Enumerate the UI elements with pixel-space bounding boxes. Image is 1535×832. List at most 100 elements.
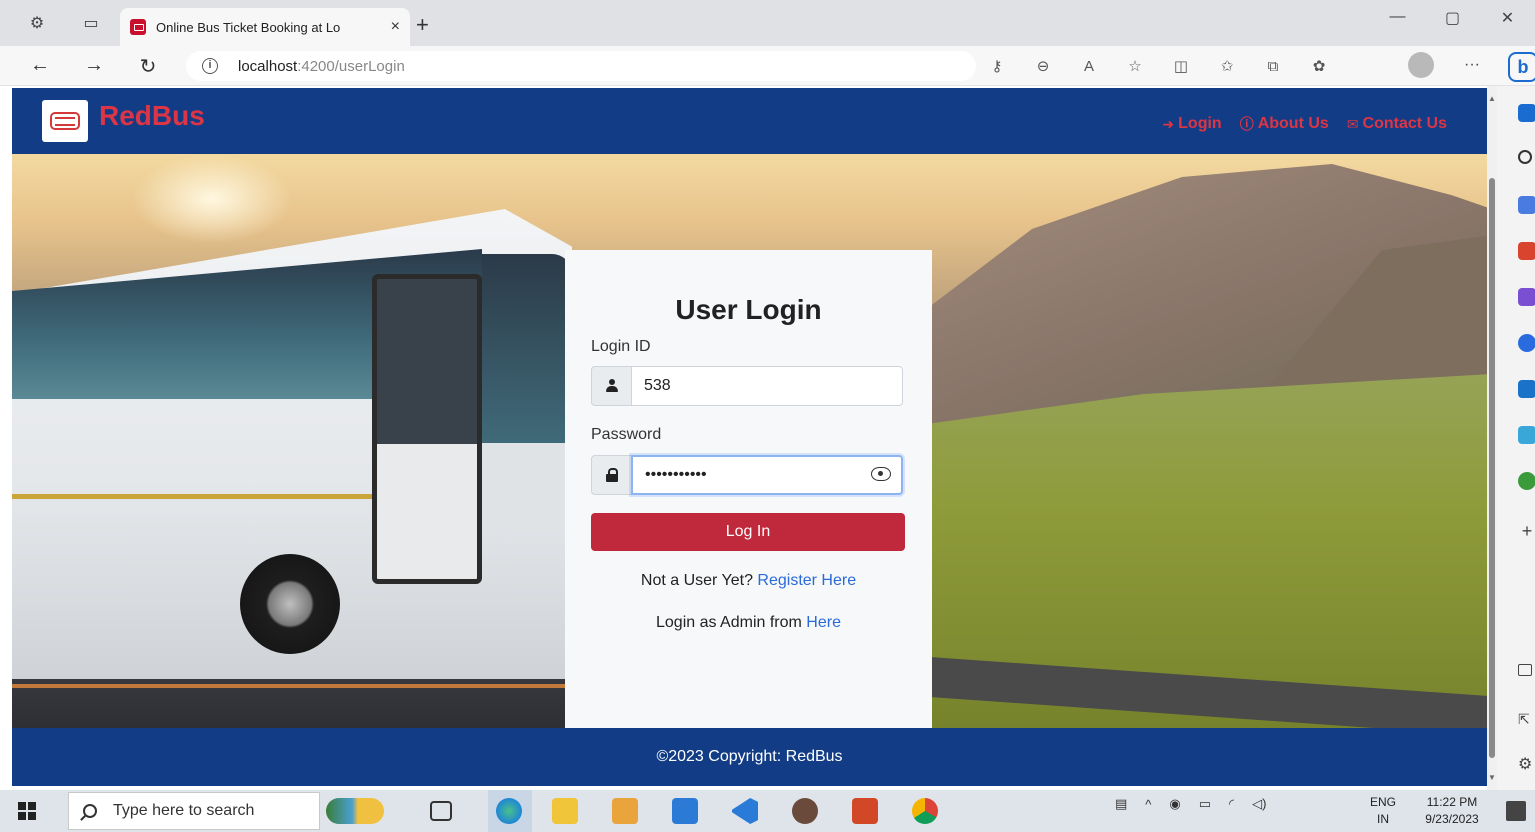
nav-about-link[interactable]: ⓘ About Us [1240,114,1329,134]
zoom-icon[interactable]: ⊖ [1031,54,1055,78]
favorites-icon[interactable]: ✩ [1215,54,1239,78]
refresh-icon[interactable]: ↻ [136,54,160,79]
browser-tab-strip: ⚙ ▭ Online Bus Ticket Booking at Lo × + … [0,0,1535,46]
login-title: User Login [675,294,822,325]
new-tab-button[interactable]: + [416,12,429,38]
games-icon[interactable] [1518,288,1535,306]
file-explorer-icon[interactable] [552,798,578,824]
shopping-icon[interactable] [1518,196,1535,214]
scroll-up-icon[interactable]: ▲ [1488,94,1496,103]
clock[interactable]: 11:22 PM 9/23/2023 [1412,794,1492,828]
vscode-icon[interactable] [732,798,758,824]
footer-copyright: ©2023 Copyright: RedBus [656,748,843,765]
nav-links: ➜ Login ⓘ About Us ✉ Contact Us [1162,114,1447,134]
scrollbar-thumb[interactable] [1489,178,1495,758]
notification-center-icon[interactable] [1506,801,1526,821]
mail-icon[interactable] [672,798,698,824]
wifi-icon[interactable]: ◜ [1229,796,1234,812]
clock-date: 9/23/2023 [1425,812,1479,826]
network-icon[interactable]: ◉ [1169,796,1180,812]
register-line: Not a User Yet? Register Here [565,572,932,590]
bus-front [482,254,572,524]
login-button[interactable]: Log In [591,513,905,551]
register-link[interactable]: Register Here [757,572,856,589]
chrome-icon[interactable] [912,798,938,824]
taskbar-search[interactable]: Type here to search [68,792,320,830]
redbus-favicon-icon [130,19,146,35]
admin-line: Login as Admin from Here [565,614,932,632]
password-input[interactable]: ••••••••••• [631,455,903,495]
drop-icon[interactable] [1518,472,1535,490]
admin-prompt: Login as Admin from [656,614,807,631]
back-icon[interactable]: ← [28,54,52,77]
language-indicator[interactable]: ENG IN [1370,794,1396,828]
close-window-icon[interactable]: ✕ [1480,8,1535,28]
search-placeholder: Type here to search [113,802,255,819]
app-navbar: RedBus ➜ Login ⓘ About Us ✉ Contact Us [12,88,1487,154]
read-aloud-icon[interactable]: A [1077,54,1101,78]
browser-toolbar: ← → ↻ i localhost:4200/userLogin ⚷ ⊖ A ☆… [0,46,1535,86]
more-options-icon[interactable]: ··· [1464,56,1480,74]
workspaces-icon[interactable]: ⚙ [26,12,48,34]
login-card: User Login Login ID 538 Password •••••••… [565,250,932,728]
forward-icon[interactable]: → [82,54,106,77]
restore-icon[interactable]: ▢ [1425,8,1480,28]
tools-icon[interactable] [1518,242,1535,260]
volume-icon[interactable]: ◁) [1252,796,1266,812]
bus-logo-icon[interactable] [42,100,88,142]
outlook-icon[interactable] [1518,380,1535,398]
minimize-icon[interactable]: — [1370,8,1425,28]
close-tab-icon[interactable]: × [391,18,400,36]
admin-login-link[interactable]: Here [806,614,841,631]
login-id-input[interactable]: 538 [631,366,903,406]
powerpoint-icon[interactable] [852,798,878,824]
collections-icon[interactable]: ⧉ [1261,54,1285,78]
edge-browser-icon[interactable] [496,798,522,824]
url-host: localhost [238,57,298,75]
settings-app-icon[interactable] [792,798,818,824]
designer-icon[interactable] [1518,426,1535,444]
bus-wheel [240,554,340,654]
show-password-eye-icon[interactable] [871,467,891,481]
add-icon[interactable]: + [1518,522,1535,540]
window-controls: — ▢ ✕ [1370,8,1535,28]
password-label: Password [591,426,662,443]
browser-tab[interactable]: Online Bus Ticket Booking at Lo × [120,8,410,46]
bing-chat-icon[interactable]: b [1508,52,1535,82]
profile-avatar[interactable] [1408,52,1434,78]
brand-name[interactable]: RedBus [99,100,205,132]
task-view-icon[interactable] [430,801,452,821]
notifications-icon[interactable] [1518,104,1535,122]
login-id-group: 538 [591,366,903,406]
key-icon[interactable]: ⚷ [985,54,1009,78]
page-scrollbar[interactable]: ▲ ▼ [1487,86,1497,790]
keyboard-icon[interactable]: ▤ [1115,796,1127,812]
scroll-down-icon[interactable]: ▼ [1488,773,1496,782]
lock-icon [591,455,631,495]
show-hidden-icons[interactable]: ^ [1145,797,1151,812]
site-info-icon[interactable]: i [202,58,218,74]
weather-widget-icon[interactable] [326,798,384,824]
battery-icon[interactable]: ▭ [1199,796,1211,812]
office-icon[interactable] [1518,334,1535,352]
address-bar[interactable]: i localhost:4200/userLogin [186,51,976,81]
lang-in: IN [1377,812,1389,826]
store-icon[interactable] [612,798,638,824]
search-icon[interactable] [1518,150,1532,164]
extensions-icon[interactable]: ✿ [1307,54,1331,78]
clock-time: 11:22 PM [1426,795,1478,809]
settings-gear-icon[interactable]: ⚙ [1518,756,1535,774]
nav-login-link[interactable]: ➜ Login [1162,114,1221,134]
bus-door [372,274,482,584]
login-id-label: Login ID [591,338,651,355]
external-link-icon[interactable]: ⇱ [1518,710,1535,728]
tab-actions-icon[interactable]: ▭ [80,12,102,34]
split-screen-icon[interactable]: ◫ [1169,54,1193,78]
windows-start-icon[interactable] [18,802,36,820]
nav-contact-link[interactable]: ✉ Contact Us [1347,114,1447,134]
password-group: ••••••••••• [591,455,903,495]
footer: ©2023 Copyright: RedBus [12,728,1487,786]
hide-sidebar-icon[interactable] [1518,664,1532,676]
system-tray: ▤ ^ ◉ ▭ ◜ ◁) [1115,796,1266,812]
favorite-star-icon[interactable]: ☆ [1123,54,1147,78]
